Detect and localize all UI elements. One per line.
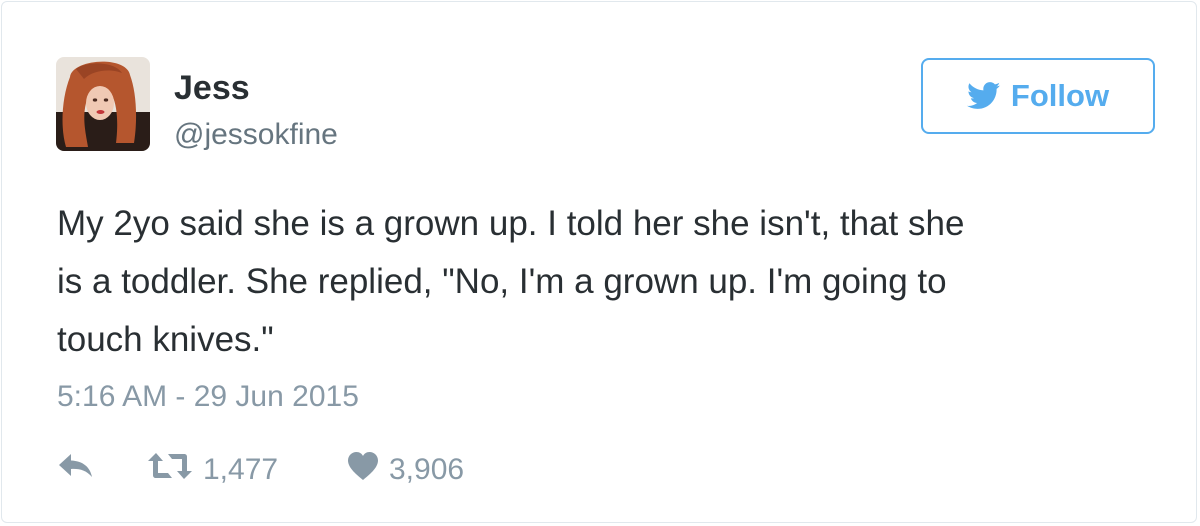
- like-button[interactable]: 3,906: [347, 451, 464, 489]
- like-count: 3,906: [389, 453, 465, 486]
- retweet-icon: [147, 451, 193, 489]
- tweet-text-line: touch knives.": [57, 320, 274, 359]
- reply-button[interactable]: [57, 452, 147, 488]
- retweet-button[interactable]: 1,477: [147, 451, 347, 489]
- avatar[interactable]: [56, 57, 150, 151]
- tweet-actions: 1,477 3,906: [57, 447, 464, 493]
- twitter-bird-icon: [966, 82, 1001, 110]
- tweet-card: Jess @jessokfine Follow My 2yo said she …: [1, 1, 1197, 523]
- tweet-timestamp[interactable]: 5:16 AM - 29 Jun 2015: [57, 377, 359, 417]
- heart-icon: [347, 451, 379, 489]
- tweet-text-line: is a toddler. She replied, "No, I'm a gr…: [57, 262, 947, 301]
- retweet-count: 1,477: [203, 453, 279, 486]
- display-name[interactable]: Jess: [174, 68, 250, 108]
- follow-label: Follow: [1010, 78, 1110, 113]
- avatar-image: [56, 57, 150, 151]
- tweet-text: My 2yo said she is a grown up. I told he…: [57, 195, 1157, 369]
- reply-icon: [57, 452, 95, 488]
- follow-button[interactable]: Follow: [921, 58, 1155, 134]
- user-handle[interactable]: @jessokfine: [174, 116, 338, 154]
- tweet-text-line: My 2yo said she is a grown up. I told he…: [57, 204, 965, 243]
